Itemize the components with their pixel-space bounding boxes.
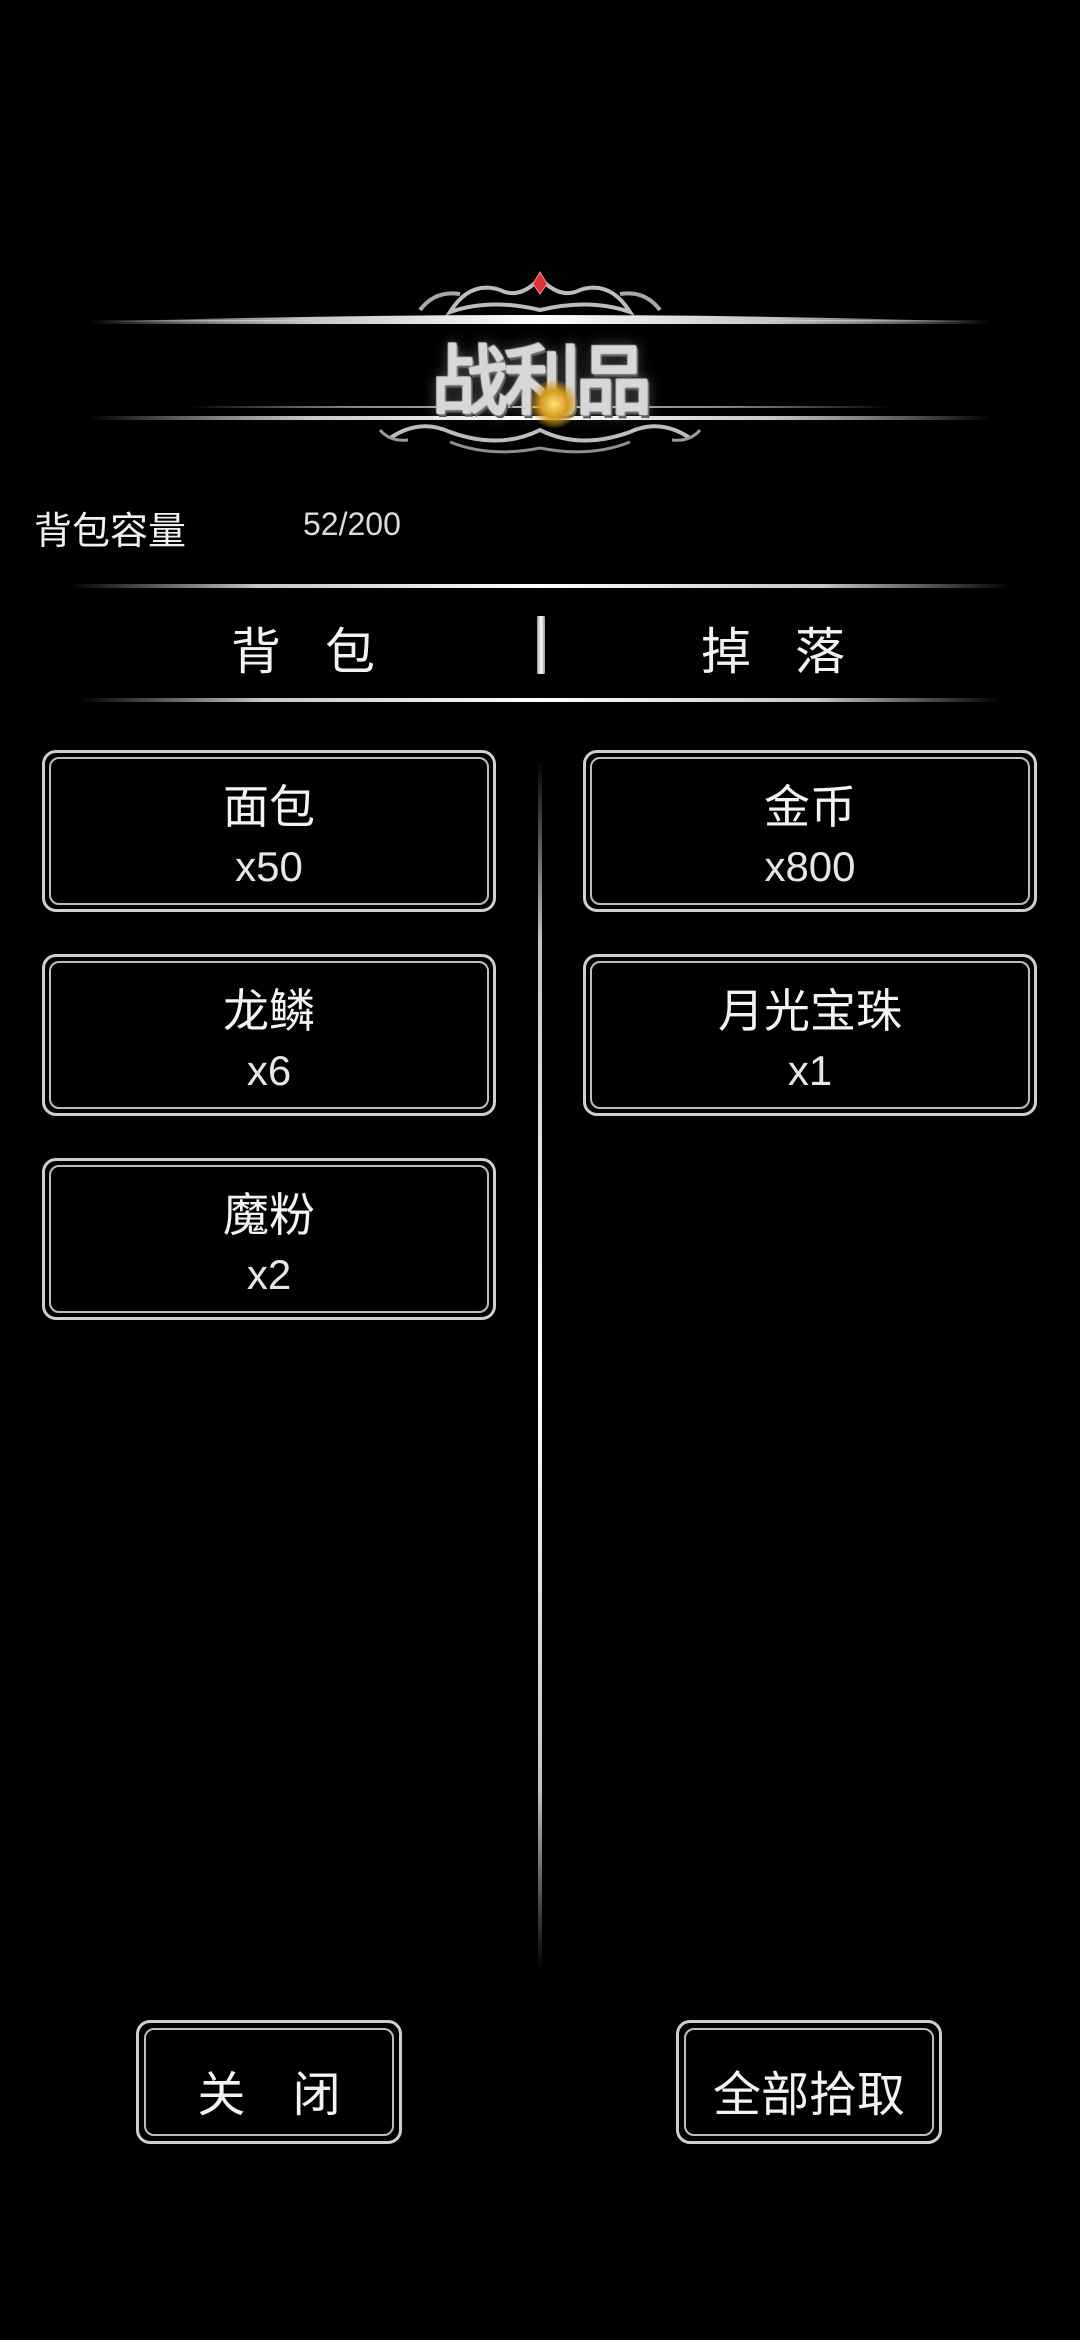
item-quantity: x2: [246, 1251, 292, 1298]
drop-list: 金币 x800 月光宝珠 x1: [583, 750, 1037, 1158]
tab-separator: [537, 616, 545, 674]
backpack-item[interactable]: 龙鳞 x6: [42, 954, 496, 1116]
tab-drops[interactable]: 掉 落: [630, 612, 930, 684]
capacity-label: 背包容量: [34, 509, 187, 553]
glow-gem-icon: [530, 380, 578, 428]
item-quantity: x1: [787, 1047, 833, 1094]
divider-top: [70, 584, 1010, 588]
pick-all-button-label: 全部拾取: [712, 2067, 905, 2123]
drop-item[interactable]: 金币 x800: [583, 750, 1037, 912]
item-name: 面包: [223, 780, 315, 834]
divider-bottom: [80, 698, 1000, 702]
title-banner: 战利品: [90, 270, 990, 470]
item-name: 月光宝珠: [718, 984, 902, 1038]
backpack-item[interactable]: 魔粉 x2: [42, 1158, 496, 1320]
item-name: 魔粉: [223, 1188, 315, 1242]
pick-all-button[interactable]: 全部拾取: [676, 2020, 942, 2144]
backpack-item[interactable]: 面包 x50: [42, 750, 496, 912]
backpack-list: 面包 x50 龙鳞 x6 魔粉 x2: [42, 750, 496, 1362]
drop-item[interactable]: 月光宝珠 x1: [583, 954, 1037, 1116]
item-name: 龙鳞: [223, 984, 315, 1038]
column-divider: [538, 760, 542, 1970]
item-quantity: x800: [764, 843, 856, 890]
close-button[interactable]: 关 闭: [136, 2020, 402, 2144]
close-button-label: 关 闭: [197, 2067, 357, 2123]
item-quantity: x50: [235, 843, 303, 890]
capacity-value: 52/200: [303, 506, 401, 542]
item-name: 金币: [764, 780, 856, 834]
item-quantity: x6: [246, 1047, 292, 1094]
tab-backpack[interactable]: 背 包: [160, 612, 460, 684]
